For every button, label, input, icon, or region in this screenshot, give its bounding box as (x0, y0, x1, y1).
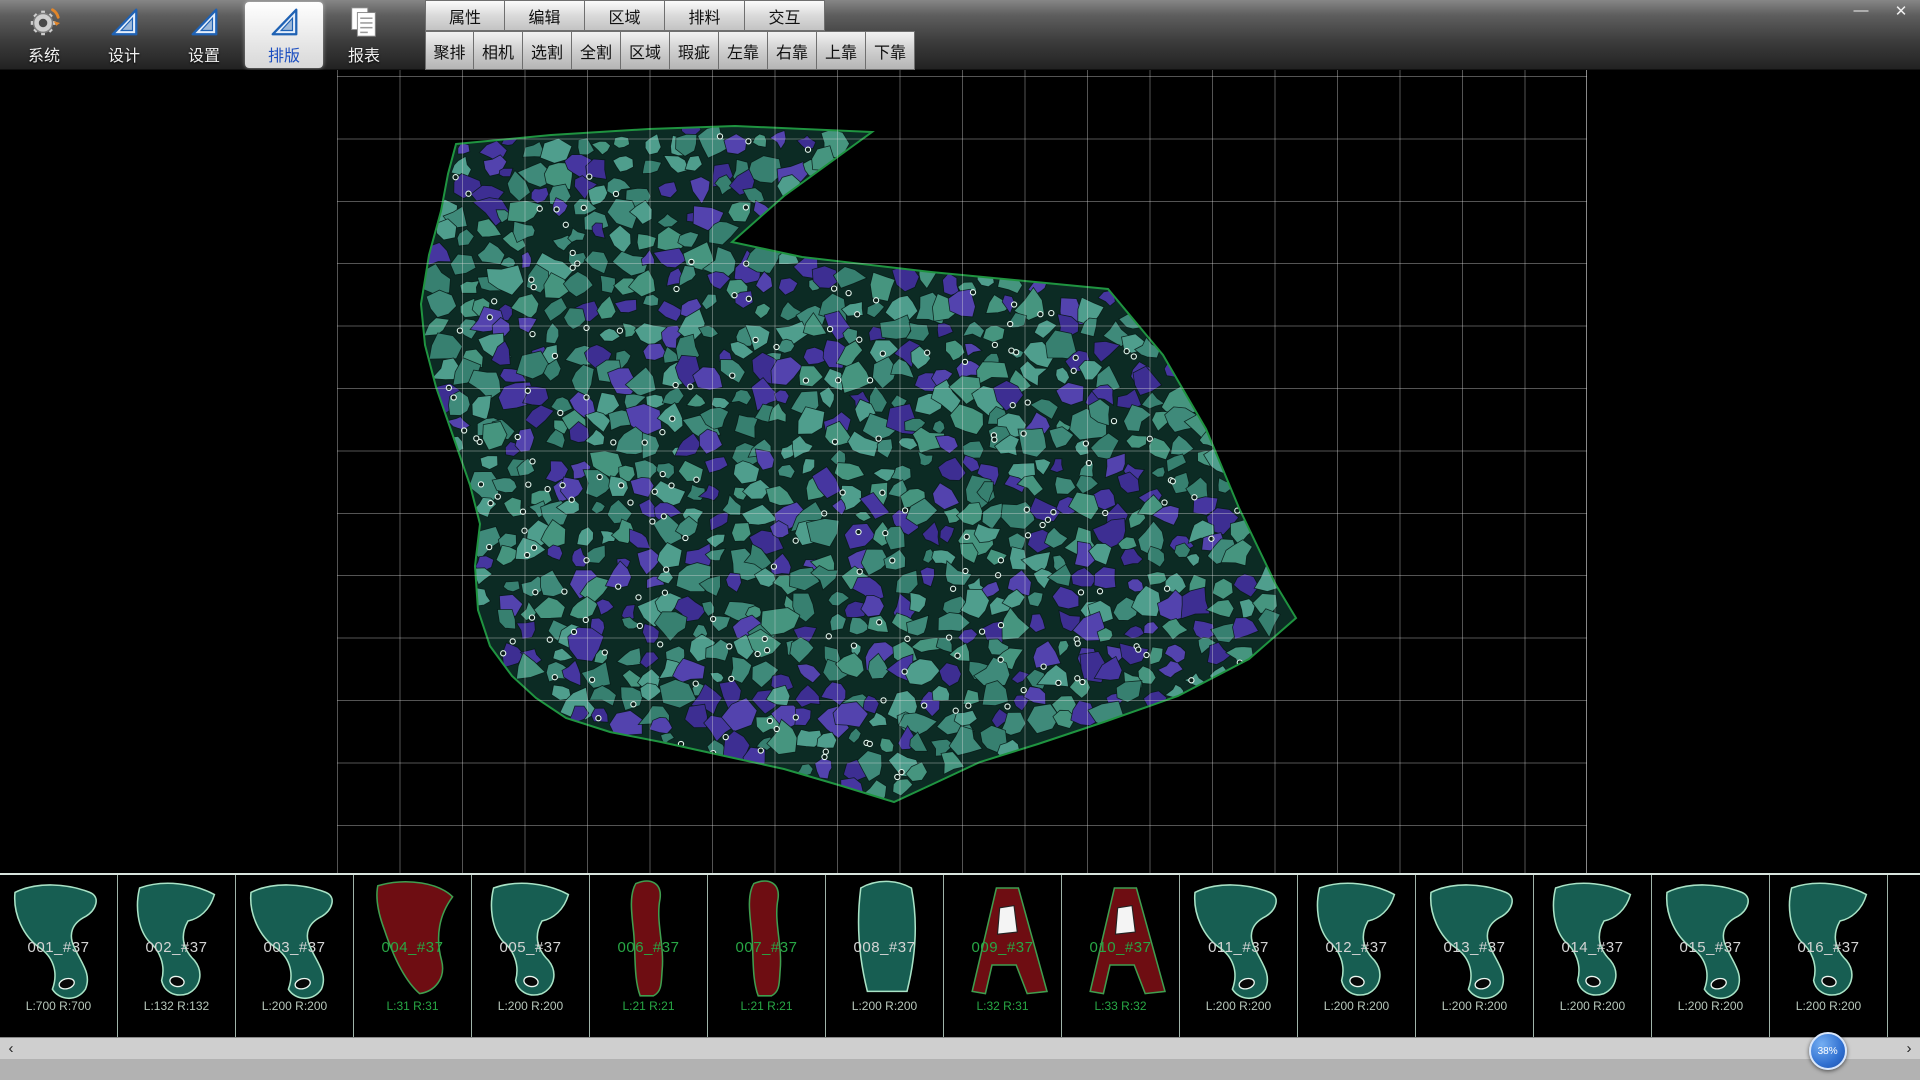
menu-tab-row: 属性编辑区域排料交互 (425, 0, 825, 31)
part-counts: L:33 R:32 (1062, 999, 1179, 1013)
part-counts: L:200 R:200 (1534, 999, 1651, 1013)
nav-settings-button[interactable]: 设置 (165, 2, 243, 68)
part-counts: L:200 R:200 (472, 999, 589, 1013)
part-name: 004_#37 (354, 939, 471, 956)
part-counts: L:200 R:200 (1180, 999, 1297, 1013)
scroll-right-arrow[interactable]: › (1898, 1038, 1920, 1060)
part-thumbnail[interactable]: 015_#37 L:200 R:200 (1652, 875, 1770, 1037)
part-name: 006_#37 (590, 939, 707, 956)
part-thumbnail[interactable]: 011_#37 L:200 R:200 (1180, 875, 1298, 1037)
part-counts: L:700 R:700 (0, 999, 117, 1013)
part-name: 007_#37 (708, 939, 825, 956)
part-counts: L:200 R:200 (1416, 999, 1533, 1013)
tool-align-top-button[interactable]: 上靠 (817, 31, 866, 70)
part-thumbnail[interactable]: 010_#37 L:33 R:32 (1062, 875, 1180, 1037)
part-name: 011_#37 (1180, 939, 1297, 956)
part-name: 009_#37 (944, 939, 1061, 956)
part-thumbnail[interactable]: 008_#37 L:200 R:200 (826, 875, 944, 1037)
menu-tab-properties[interactable]: 属性 (425, 0, 505, 31)
part-thumbnail[interactable]: 005_#37 L:200 R:200 (472, 875, 590, 1037)
leather-hide[interactable] (0, 70, 1920, 873)
nav-label: 系统 (28, 42, 60, 66)
nesting-canvas[interactable] (0, 70, 1920, 873)
part-thumbnail[interactable]: 003_#37 L:200 R:200 (236, 875, 354, 1037)
tool-cut-all-button[interactable]: 全割 (572, 31, 621, 70)
window-controls: — ✕ (1850, 2, 1912, 20)
part-counts: L:132 R:132 (118, 999, 235, 1013)
part-thumbnail[interactable]: 009_#37 L:32 R:31 (944, 875, 1062, 1037)
tool-region-button[interactable]: 区域 (621, 31, 670, 70)
minimize-button[interactable]: — (1850, 2, 1872, 20)
report-icon (347, 5, 381, 39)
tool-camera-button[interactable]: 相机 (474, 31, 523, 70)
part-name: 010_#37 (1062, 939, 1179, 956)
tool-align-bottom-button[interactable]: 下靠 (866, 31, 915, 70)
tool-button-row: 聚排相机选割全割区域瑕疵左靠右靠上靠下靠 (425, 31, 915, 70)
main-nav: 系统 设计 设置 排版 报表 (4, 0, 404, 70)
menu-tab-edit[interactable]: 编辑 (505, 0, 585, 31)
part-name: 001_#37 (0, 939, 117, 956)
tool-cluster-nest-button[interactable]: 聚排 (425, 31, 474, 70)
part-thumbnail[interactable]: 002_#37 L:132 R:132 (118, 875, 236, 1037)
menu-tab-region[interactable]: 区域 (585, 0, 665, 31)
part-thumbnail[interactable]: 014_#37 L:200 R:200 (1534, 875, 1652, 1037)
part-counts: L:200 R:200 (1652, 999, 1769, 1013)
part-thumbnail[interactable]: 001_#37 L:700 R:700 (0, 875, 118, 1037)
parts-strip: 001_#37L:700 R:700002_#37L:132 R:132003_… (0, 873, 1920, 1037)
nav-system-button[interactable]: 系统 (5, 2, 83, 68)
part-name: 014_#37 (1534, 939, 1651, 956)
part-name: 003_#37 (236, 939, 353, 956)
part-thumbnail[interactable]: 013_#37 L:200 R:200 (1416, 875, 1534, 1037)
application-window: 系统设计设置排版报表 属性编辑区域排料交互 聚排相机选割全割区域瑕疵左靠右靠上靠… (0, 0, 1920, 1080)
part-counts: L:32 R:31 (944, 999, 1061, 1013)
progress-indicator: 38% (1809, 1032, 1847, 1070)
part-name: 008_#37 (826, 939, 943, 956)
part-name: 016_#37 (1770, 939, 1887, 956)
nav-layout-button[interactable]: 排版 (245, 2, 323, 68)
nav-label: 设计 (108, 42, 140, 66)
setsquare-icon (107, 5, 141, 39)
part-name: 012_#37 (1298, 939, 1415, 956)
menu-tab-interactive[interactable]: 交互 (745, 0, 825, 31)
window-footer (0, 1059, 1920, 1080)
gear-icon (27, 5, 61, 39)
part-name: 002_#37 (118, 939, 235, 956)
setsquare-icon (267, 5, 301, 39)
scroll-left-arrow[interactable]: ‹ (0, 1038, 22, 1060)
setsquare-icon (187, 5, 221, 39)
nav-label: 排版 (268, 42, 300, 66)
part-name: 015_#37 (1652, 939, 1769, 956)
part-thumbnail[interactable]: 004_#37 L:31 R:31 (354, 875, 472, 1037)
tool-select-cut-button[interactable]: 选割 (523, 31, 572, 70)
nav-report-button[interactable]: 报表 (325, 2, 403, 68)
part-thumbnail[interactable]: 007_#37 L:21 R:21 (708, 875, 826, 1037)
part-counts: L:200 R:200 (826, 999, 943, 1013)
close-button[interactable]: ✕ (1890, 2, 1912, 20)
tool-align-right-button[interactable]: 右靠 (768, 31, 817, 70)
part-thumbnail[interactable]: 016_#37 L:200 R:200 (1770, 875, 1888, 1037)
part-counts: L:31 R:31 (354, 999, 471, 1013)
part-name: 005_#37 (472, 939, 589, 956)
part-counts: L:200 R:200 (236, 999, 353, 1013)
part-counts: L:200 R:200 (1298, 999, 1415, 1013)
part-counts: L:21 R:21 (708, 999, 825, 1013)
top-toolbar: 系统设计设置排版报表 属性编辑区域排料交互 聚排相机选割全割区域瑕疵左靠右靠上靠… (0, 0, 1920, 70)
tool-defect-button[interactable]: 瑕疵 (670, 31, 719, 70)
part-counts: L:200 R:200 (1770, 999, 1887, 1013)
nav-label: 报表 (348, 42, 380, 66)
nav-design-button[interactable]: 设计 (85, 2, 163, 68)
menu-tab-nesting[interactable]: 排料 (665, 0, 745, 31)
part-thumbnail[interactable]: 012_#37 L:200 R:200 (1298, 875, 1416, 1037)
part-thumbnail[interactable]: 006_#37 L:21 R:21 (590, 875, 708, 1037)
horizontal-scrollbar[interactable]: ‹ › (0, 1037, 1920, 1059)
nav-label: 设置 (188, 42, 220, 66)
tool-align-left-button[interactable]: 左靠 (719, 31, 768, 70)
part-counts: L:21 R:21 (590, 999, 707, 1013)
part-name: 013_#37 (1416, 939, 1533, 956)
